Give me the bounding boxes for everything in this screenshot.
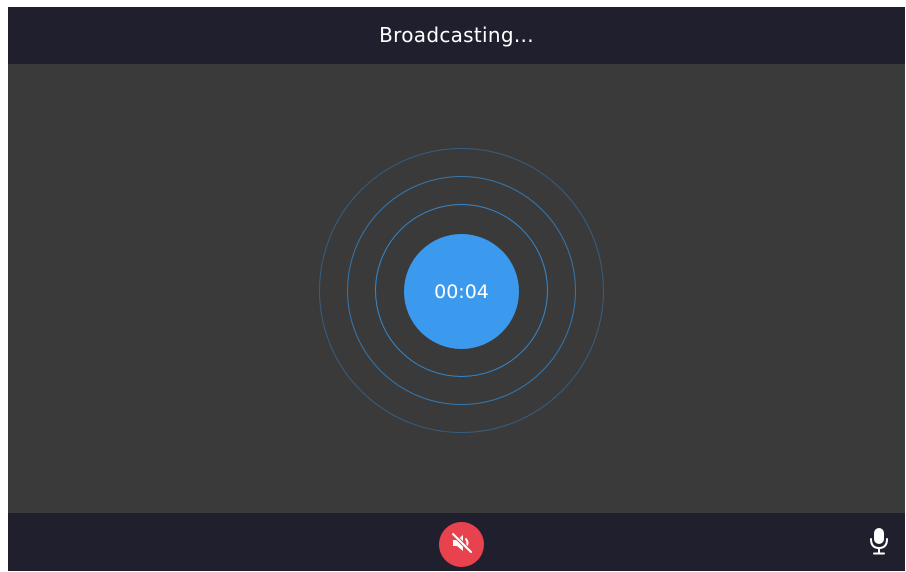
microphone-icon	[868, 526, 890, 560]
control-bar	[8, 513, 905, 571]
microphone-button[interactable]	[866, 527, 892, 559]
elapsed-time: 00:04	[434, 280, 489, 303]
speaker-mute-button[interactable]	[439, 522, 484, 567]
timer-indicator: 00:04	[404, 234, 519, 349]
broadcast-screen: Broadcasting... 00:04	[8, 7, 905, 571]
broadcast-stage: 00:04	[8, 64, 905, 513]
header-bar: Broadcasting...	[8, 7, 905, 64]
speaker-muted-icon	[449, 530, 475, 560]
page-title: Broadcasting...	[379, 22, 534, 47]
